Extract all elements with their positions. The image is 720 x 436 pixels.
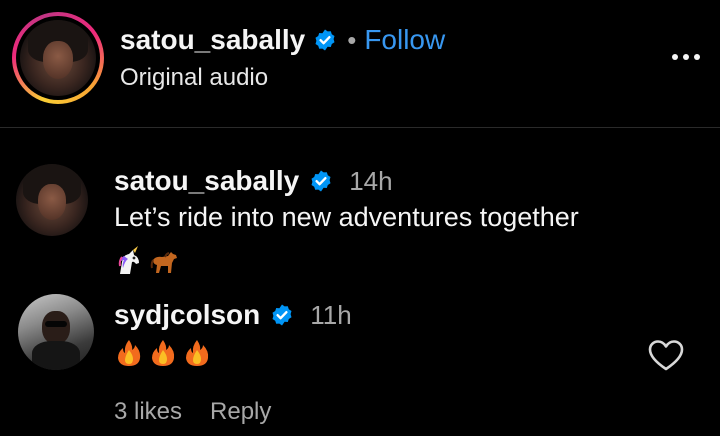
comment-header: sydjcolson 11h: [114, 298, 352, 332]
verified-badge-icon: [272, 304, 292, 326]
likes-count-link[interactable]: 3 likes: [114, 398, 182, 426]
reply-button[interactable]: Reply: [210, 398, 271, 426]
commenter-avatar[interactable]: [16, 164, 88, 236]
author-username[interactable]: satou_sabally: [120, 24, 305, 56]
fire-emoji-icon: [152, 340, 175, 366]
more-options-button[interactable]: [664, 42, 708, 72]
comment-header: satou_sabally 14h: [114, 164, 393, 198]
more-dot-icon: [672, 54, 678, 60]
like-heart-icon[interactable]: [646, 336, 686, 376]
verified-badge-icon: [311, 170, 331, 192]
comment-emoji-row: [114, 246, 180, 276]
avatar-person: [42, 310, 70, 345]
comment-username[interactable]: satou_sabally: [114, 165, 299, 197]
comment-timestamp: 11h: [310, 299, 352, 330]
header-title-row: satou_sabally • Follow: [120, 22, 445, 58]
avatar-glasses: [45, 321, 67, 328]
comment-emoji-row: [114, 338, 212, 368]
follow-button[interactable]: Follow: [364, 24, 445, 56]
comment-actions: 3 likes Reply: [114, 398, 271, 426]
fire-emoji-icon: [186, 340, 209, 366]
comment-item: satou_sabally 14h Let’s ride into new ad…: [0, 150, 720, 290]
comment-timestamp: 14h: [349, 165, 393, 196]
more-dot-icon: [683, 54, 689, 60]
avatar-face: [37, 184, 67, 221]
story-ring[interactable]: [12, 12, 104, 104]
separator-dot: •: [347, 24, 357, 55]
commenter-avatar[interactable]: [18, 294, 94, 370]
horse-emoji-icon: [150, 252, 177, 273]
more-dot-icon: [694, 54, 700, 60]
author-avatar[interactable]: [20, 20, 96, 96]
fire-emoji-icon: [118, 340, 141, 366]
post-header: satou_sabally • Follow Original audio: [0, 0, 720, 128]
avatar-shirt: [31, 341, 81, 370]
avatar-face: [42, 41, 74, 80]
comment-item: sydjcolson 11h 3 likes Reply: [0, 290, 720, 436]
unicorn-emoji-icon: [118, 246, 139, 274]
verified-badge-icon: [315, 29, 335, 51]
comment-username[interactable]: sydjcolson: [114, 299, 260, 331]
comment-text: Let’s ride into new adventures together: [114, 202, 579, 232]
reel-comments-panel: satou_sabally • Follow Original audio sa…: [0, 0, 720, 436]
audio-label[interactable]: Original audio: [120, 64, 268, 92]
